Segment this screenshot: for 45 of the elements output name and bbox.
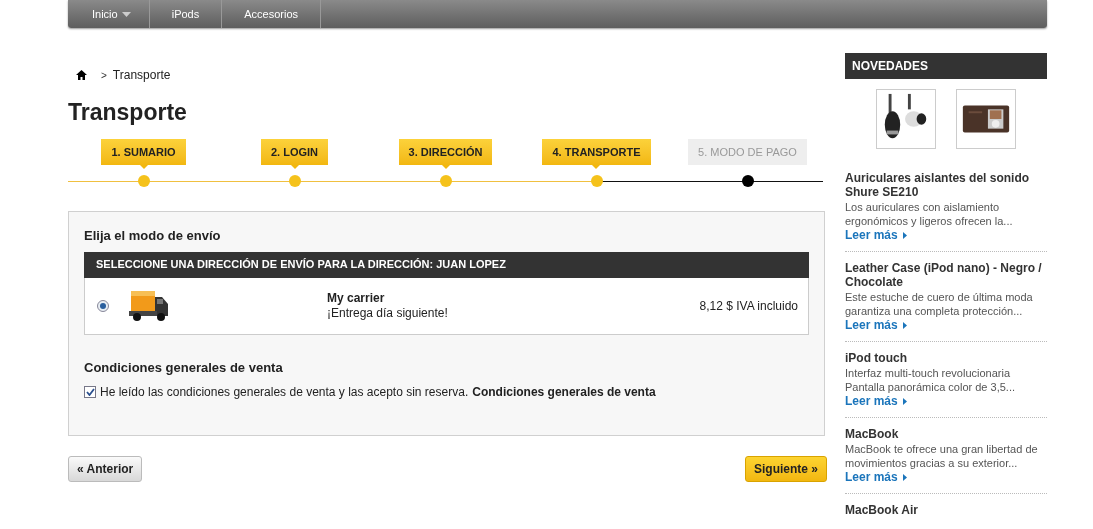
truck-icon: [129, 288, 169, 323]
page-title: Transporte: [68, 98, 188, 127]
step-label: 5. MODO DE PAGO: [688, 139, 807, 165]
read-more-link[interactable]: Leer más: [845, 470, 1047, 484]
breadcrumb-separator: >: [101, 68, 107, 83]
carrier-row[interactable]: My carrier ¡Entrega día siguiente! 8,12 $ IVA incluido: [84, 277, 809, 335]
radio-button[interactable]: [97, 299, 109, 312]
sidebar-title: NOVEDADES: [845, 53, 1047, 79]
home-icon[interactable]: [76, 70, 87, 80]
step-label: 1. SUMARIO: [101, 139, 186, 165]
read-more-link[interactable]: Leer más: [845, 318, 1047, 332]
product-description: Los auriculares con aislamiento ergonómicos y ligeros ofrecen la...: [845, 200, 1014, 228]
product-name[interactable]: MacBook: [845, 427, 1047, 441]
carrier-name: My carrier: [327, 290, 386, 306]
read-more-link[interactable]: Leer más: [845, 228, 1047, 242]
carrier-delay: ¡Entrega día siguiente!: [327, 305, 448, 321]
next-button[interactable]: Siguiente »: [745, 456, 827, 482]
section-heading: Elija el modo de envío: [84, 227, 222, 245]
triangle-icon: [902, 397, 907, 405]
step-label: 2. LOGIN: [260, 139, 329, 165]
product-name[interactable]: Leather Case (iPod nano) - Negro / Chocolate: [845, 261, 1047, 289]
terms-link[interactable]: Condiciones generales de venta: [472, 383, 656, 401]
product-description: MacBook te ofrece una gran libertad de movimientos gracias a su exterior...: [845, 442, 1039, 470]
read-more-link[interactable]: Leer más: [845, 394, 1047, 408]
product-description: Interfaz multi-touch revolucionaria Pantalla panorámica color de 3,5...: [845, 366, 1016, 394]
step-label: 3. DIRECCIÓN: [398, 139, 493, 165]
carrier-price: 8,12 $ IVA incluido: [699, 297, 798, 315]
step-label: 4. TRANSPORTE: [542, 139, 651, 165]
address-bar: SELECCIONE UNA DIRECCIÓN DE ENVÍO PARA LA DIRECCIÓN: JUAN LOPEZ: [84, 251, 809, 278]
nav-tab[interactable]: Inicio: [68, 0, 150, 28]
product-name[interactable]: iPod touch: [845, 351, 1047, 365]
caret-icon: [121, 11, 131, 17]
triangle-icon: [902, 473, 907, 481]
previous-button[interactable]: « Anterior: [68, 456, 143, 482]
product-description: Este estuche de cuero de última moda garantiza una completa protección...: [845, 290, 1034, 318]
terms-text: He leído las condiciones generales de venta y las acepto sin reserva.: [100, 384, 469, 401]
product-name[interactable]: MacBook Air: [845, 503, 1047, 517]
triangle-icon: [902, 231, 907, 239]
nav-tab[interactable]: iPods: [149, 0, 223, 28]
section-heading: Condiciones generales de venta: [84, 358, 284, 377]
checkbox[interactable]: [84, 386, 96, 398]
nav-tab[interactable]: Accesorios: [222, 0, 321, 28]
product-name[interactable]: Auriculares aislantes del sonido Shure SE210: [845, 171, 1047, 199]
triangle-icon: [902, 321, 907, 329]
breadcrumb-current: Transporte: [112, 67, 171, 84]
